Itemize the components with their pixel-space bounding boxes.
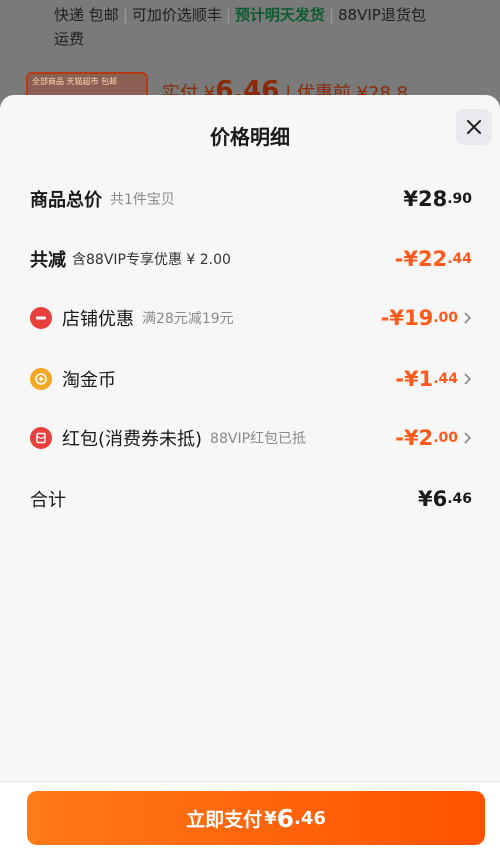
gold-coin-amount: -¥1.44 [395,367,472,391]
close-icon [467,120,481,134]
goods-total-amount: ¥28.90 [403,187,472,211]
store-discount-amount: -¥19.00 [381,306,472,330]
shipping-free-label: 快递 包邮 [54,6,119,24]
gold-coin-dec: .44 [433,371,458,387]
vip-return-label: 88VIP退货包 [338,6,426,24]
red-envelope-label: 红包(消费券未抵) [62,429,203,450]
store-discount-int: -¥19 [380,306,434,330]
gold-coin-label: 淘金币 [62,370,116,391]
pay-amount-dec: .46 [294,807,326,829]
ship-tomorrow-label: 预计明天发货 [234,6,325,24]
total-discount-int: -¥22 [394,247,448,271]
row-grand-total: 合计 ¥6.46 [30,484,472,514]
chevron-right-icon [464,373,472,385]
grand-total-dec: .46 [447,491,472,507]
shipping-info: 快递 包邮 | 可加价选顺丰 | 预计明天发货 | 88VIP退货包 [54,6,426,24]
background-page: 快递 包邮 | 可加价选顺丰 | 预计明天发货 | 88VIP退货包 运费 全部商品 天猫超… [0,0,500,110]
row-store-discount[interactable]: 店铺优惠 满28元减19元 -¥19.00 [30,303,472,333]
shipping-info-cont: 运费 [54,30,85,48]
store-discount-label: 店铺优惠 [62,309,134,330]
pay-currency: ¥ [264,807,277,829]
vip-discount-note: 含88VIP专享优惠 ¥ 2.00 [72,252,231,268]
grand-total-amount: ¥6.46 [418,487,472,511]
store-discount-dec: .00 [433,310,458,326]
grand-total-int: ¥6 [417,487,448,511]
red-envelope-note: 88VIP红包已抵 [210,431,307,447]
sheet-title: 价格明细 [210,125,290,149]
total-discount-dec: .44 [447,251,472,267]
red-envelope-int: -¥2 [395,426,434,450]
goods-count-note: 共1件宝贝 [110,192,175,208]
pay-now-label: 立即支付 [186,808,263,831]
pay-now-button[interactable]: 立即支付 ¥ 6 .46 [27,791,485,845]
gold-coin-int: -¥1 [395,367,434,391]
total-discount-amount: -¥22.44 [395,247,472,271]
row-goods-total: 商品总价 共1件宝贝 ¥28.90 [30,184,472,214]
chevron-right-icon [464,432,472,444]
pay-amount-int: 6 [276,803,295,833]
close-button[interactable] [456,109,492,145]
grand-total-label: 合计 [30,490,66,511]
red-envelope-icon [30,427,52,449]
chevron-right-icon [464,312,472,324]
sf-upgrade-label: 可加价选顺丰 [131,6,222,24]
goods-total-dec: .90 [447,191,472,207]
bottom-bar: 立即支付 ¥ 6 .46 [0,781,500,857]
row-red-envelope[interactable]: 红包(消费券未抵) 88VIP红包已抵 -¥2.00 [30,423,472,453]
store-coupon-icon [30,307,52,329]
row-total-discount: 共减 含88VIP专享优惠 ¥ 2.00 -¥22.44 [30,244,472,274]
store-discount-note: 满28元减19元 [142,311,234,327]
price-detail-sheet: 价格明细 商品总价 共1件宝贝 ¥28.90 共减 含88VIP专享优惠 ¥ 2… [0,95,500,856]
row-gold-coin[interactable]: 淘金币 -¥1.44 [30,364,472,394]
red-envelope-dec: .00 [433,430,458,446]
total-discount-label: 共减 [30,250,66,271]
goods-total-int: ¥28 [403,187,448,211]
thumbnail-text: 全部商品 天猫超市 包邮 [32,77,118,86]
red-envelope-amount: -¥2.00 [395,426,472,450]
goods-total-label: 商品总价 [30,190,102,211]
gold-coin-icon [30,368,52,390]
